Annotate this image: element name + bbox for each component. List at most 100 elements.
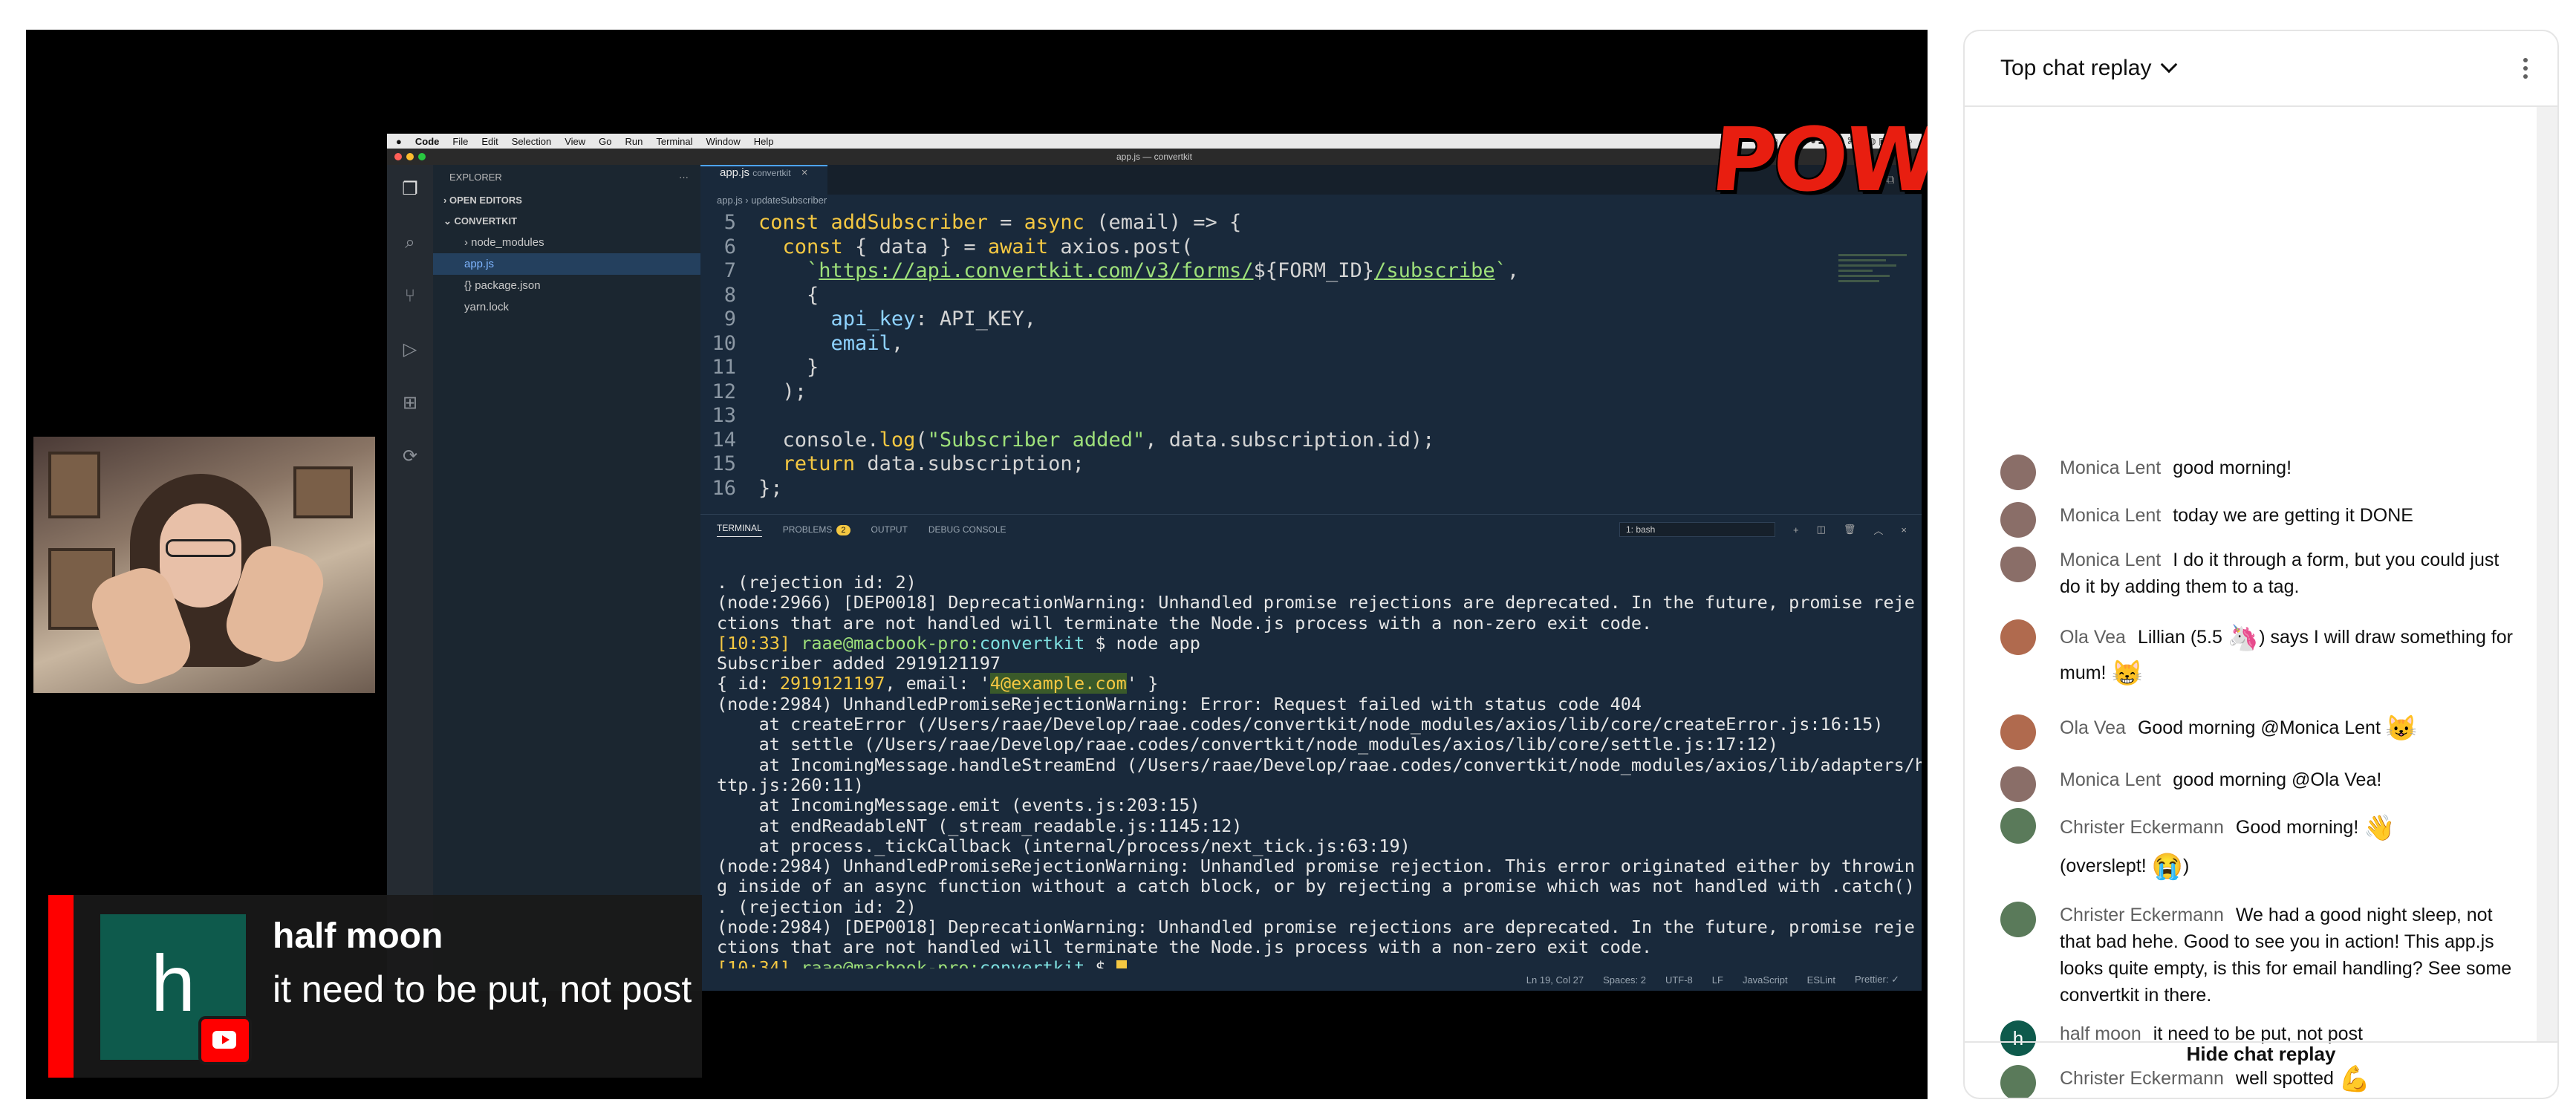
page: ● Code File Edit Selection View Go Run T… [0,0,2576,1117]
chat-scrollbar[interactable] [2537,107,2557,1041]
more-icon: ··· [679,172,689,183]
message-author[interactable]: Monica Lent [2060,505,2161,526]
chat-message: Christer Eckermann We had a good night sl… [2000,902,2520,1009]
terminal-result-line: { id: 2919121197, email: '4@example.com'… [717,673,1922,694]
avatar [2000,766,2036,802]
wave-emoji-icon: 👋 [2364,814,2396,843]
line-number: 15 [712,452,736,475]
terminal-line: at IncomingMessage.handleStreamEnd (/Use… [717,754,1922,775]
message-text: good morning @Ola Vea! [2173,769,2382,790]
file-label: app.js [464,258,495,270]
prompt-user: raae@macbook-pro: [801,632,980,654]
project-section: ⌄ CONVERTKIT [443,215,518,227]
terminal-line: (node:2966) [DEP0018] DeprecationWarning… [717,592,1915,613]
file-app-js: app.js [433,253,700,275]
traffic-lights [394,153,426,160]
video-player[interactable]: ● Code File Edit Selection View Go Run T… [26,30,1928,1099]
unicorn-emoji-icon: 🦄 [2227,624,2260,653]
wall-picture [293,466,353,518]
apple-icon: ● [396,135,402,147]
message-author[interactable]: Christer Eckermann [2060,905,2224,925]
minimap [1838,254,1907,328]
status-position: Ln 19, Col 27 [1526,974,1584,986]
code-editor: app.js convertkit × ⧉ ··· app.js › updat… [700,165,1922,514]
cry-emoji-icon: 😭 [2151,853,2184,882]
pow-sticker: POW! [1706,108,1928,211]
trash-icon: 🗑 [1843,524,1856,535]
status-prettier: Prettier: ✓ [1854,974,1899,985]
code-line: 5 const addSubscriber = async (email) => … [700,211,1922,235]
message-text: today we are getting it DONE [2173,505,2413,526]
youtube-icon [198,1016,252,1065]
message-author[interactable]: Monica Lent [2060,769,2161,790]
result-text: , email: ' [885,673,990,694]
maximize-panel-icon: ︿ [1873,524,1884,536]
chat-message: Ola Vea Good morning @Monica Lent 😺 [2000,714,2520,750]
message-author[interactable]: Monica Lent [2060,457,2161,478]
code-line: 8 { [700,284,1922,308]
zoom-window-icon [418,153,426,160]
hide-chat-replay-button[interactable]: Hide chat replay [1965,1041,2557,1098]
more-options-icon[interactable] [2523,58,2528,79]
code-line: 15 return data.subscription; [700,452,1922,477]
file-label: package.json [475,279,541,292]
activity-bar: ❐ ⌕ ⑂ ▷ ⊞ ⟳ [387,165,433,991]
terminal-line: at IncomingMessage.emit (events.js:203:1… [717,795,1200,816]
chat-message: Christer Eckermann Good morning! 👋 (oversl… [2000,808,2520,885]
open-editors-section: › OPEN EDITORS [443,195,522,206]
terminal-line: (node:2984) UnhandledPromiseRejectionWar… [717,693,1642,714]
prompt-command: $ node app [1084,632,1200,654]
code-area: 5 const addSubscriber = async (email) => … [700,211,1922,501]
file-label: yarn.lock [464,301,510,313]
code-line: 10 email, [700,332,1922,356]
avatar [2000,619,2036,655]
file-label: node_modules [471,236,544,249]
code-line: 11 } [700,356,1922,380]
chat-mode-dropdown[interactable]: Top chat replay [2000,56,2151,81]
terminal-line: at settle (/Users/raae/Develop/raae.code… [717,734,1778,755]
code-line: 14 console.log("Subscriber added", data.… [700,429,1922,453]
code-line: 16}; [700,477,1922,501]
message-text: Lillian (5.5 [2137,627,2222,648]
avatar [2000,547,2036,582]
terminal-output: . (rejection id: 2) (node:2966) [DEP0018… [700,544,1922,978]
message-author[interactable]: Ola Vea [2060,627,2126,648]
explorer-title: EXPLORER [449,172,502,183]
message-text: Good morning! [2235,817,2359,838]
line-number: 6 [723,235,736,258]
files-icon: ❐ [402,179,418,199]
lower-third-message: it need to be put, not post [273,968,692,1010]
chat-message: Monica Lent good morning! [2000,455,2520,490]
terminal-line: (node:2984) UnhandledPromiseRejectionWar… [717,856,1915,877]
wall-picture [48,452,100,518]
message-author[interactable]: Ola Vea [2060,717,2126,738]
source-control-icon: ⑂ [404,286,416,306]
message-author[interactable]: Christer Eckermann [2060,817,2224,838]
prompt-dir: convertkit [979,632,1085,654]
chat-lower-third: h half moon it need to be put, not post [26,895,702,1081]
tab-terminal: TERMINAL [717,523,762,537]
terminal-line: g inside of an async function without a … [717,876,1915,897]
message-text: ) [2183,856,2190,876]
window-titlebar: app.js — convertkit [387,149,1922,165]
result-email: 4@example.com [989,673,1127,694]
tab-problems-label: PROBLEMS [782,524,833,535]
file-package-json: {} package.json [464,279,541,292]
close-panel-icon: × [1901,524,1907,535]
open-editors-label: OPEN EDITORS [449,195,522,206]
result-text: { id: [717,673,780,694]
status-encoding: UTF-8 [1665,974,1693,986]
close-tab-icon: × [801,166,808,179]
message-text: good morning! [2173,457,2292,478]
lower-third-name: half moon [273,916,443,956]
avatar [2000,808,2036,844]
extensions-icon: ⊞ [402,393,418,413]
chat-messages[interactable]: Monica Lent good morning! Monica Lent toda… [1965,107,2537,1098]
chevron-down-icon[interactable] [2161,56,2178,74]
tab-app-js: app.js convertkit × [700,165,827,195]
code-line: 13 [700,404,1922,429]
terminal-panel: TERMINAL PROBLEMS 2 OUTPUT DEBUG CONSOLE … [700,514,1922,977]
play-icon [222,1035,230,1044]
message-author[interactable]: Monica Lent [2060,550,2161,570]
message-text: Good morning @Monica Lent [2137,717,2381,738]
